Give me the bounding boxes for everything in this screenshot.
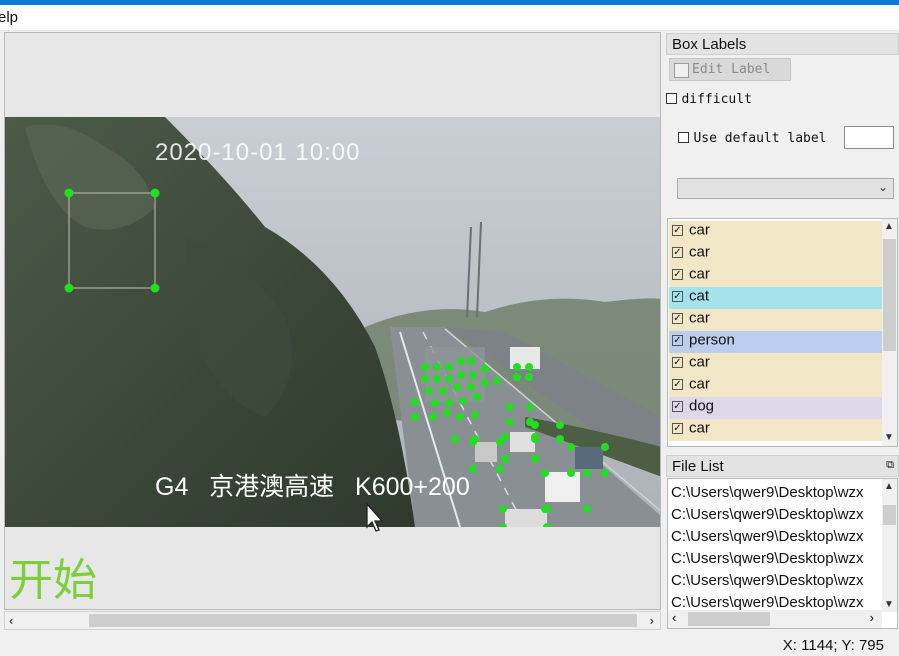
file-list-title-text: File List <box>672 458 724 475</box>
mouse-cursor-icon <box>366 503 384 532</box>
use-default-label-box[interactable] <box>678 132 689 144</box>
file-list-scroll-thumb[interactable] <box>883 505 896 525</box>
file-list-item[interactable]: C:\Users\qwer9\Desktop\wzx <box>671 594 864 611</box>
label-list-item[interactable]: ✓ car <box>669 309 883 331</box>
file-list[interactable]: C:\Users\qwer9\Desktop\wzx C:\Users\qwer9… <box>667 478 898 629</box>
label-item-checkbox[interactable]: ✓ <box>672 334 683 346</box>
highway-image[interactable]: 2020-10-01 10:00 G4 京港澳高速 K600+200 <box>5 117 660 532</box>
label-item-checkbox[interactable]: ✓ <box>672 356 683 368</box>
edit-label-text: Edit Label <box>692 62 771 77</box>
label-item-checkbox[interactable]: ✓ <box>672 312 683 324</box>
chevron-down-icon: ⌄ <box>877 180 888 194</box>
label-item-text: person <box>689 331 735 349</box>
file-list-item[interactable]: C:\Users\qwer9\Desktop\wzx <box>671 506 864 523</box>
label-list-scroll-thumb[interactable] <box>883 239 896 351</box>
file-scroll-left-icon[interactable]: ‹ <box>672 610 676 625</box>
menu-help[interactable]: elp <box>0 9 18 26</box>
status-bar: X: 1144; Y: 795 <box>0 633 899 656</box>
label-item-text: cat <box>689 287 710 305</box>
scroll-up-icon[interactable]: ▲ <box>884 221 894 232</box>
label-list-item[interactable]: ✓ car <box>669 221 883 243</box>
label-list-item[interactable]: ✓ dog <box>669 397 883 419</box>
difficult-label: difficult <box>681 92 752 107</box>
label-item-text: car <box>689 243 710 261</box>
label-list-item[interactable]: ✓ cat <box>669 287 883 309</box>
label-item-text: car <box>689 353 710 371</box>
file-list-scrollbar[interactable]: ▲ ▼ <box>882 479 897 612</box>
difficult-checkbox-box[interactable] <box>666 93 677 105</box>
label-list-item[interactable]: ✓ car <box>669 243 883 265</box>
edit-icon <box>674 63 689 78</box>
box-labels-title: Box Labels <box>666 33 899 55</box>
file-list-item[interactable]: C:\Users\qwer9\Desktop\wzx <box>671 572 864 589</box>
edit-label-button[interactable]: Edit Label <box>669 58 791 81</box>
image-timestamp-overlay: 2020-10-01 10:00 <box>155 139 361 166</box>
label-item-checkbox[interactable]: ✓ <box>672 246 683 258</box>
label-list-item[interactable]: ✓ person <box>669 331 883 353</box>
file-list-item[interactable]: C:\Users\qwer9\Desktop\wzx <box>671 484 864 501</box>
use-default-label-text: Use default label <box>693 131 827 146</box>
label-item-checkbox[interactable]: ✓ <box>672 378 683 390</box>
label-item-checkbox[interactable]: ✓ <box>672 268 683 280</box>
menu-bar: elp <box>0 5 899 31</box>
label-list-item[interactable]: ✓ car <box>669 265 883 287</box>
label-list-item[interactable]: ✓ car <box>669 353 883 375</box>
scroll-left-icon[interactable]: ‹ <box>9 613 13 628</box>
label-item-checkbox[interactable]: ✓ <box>672 400 683 412</box>
start-label: 开始 <box>9 555 97 606</box>
undock-icon[interactable]: ⧉ <box>886 459 894 472</box>
image-road-caption: G4 京港澳高速 K600+200 <box>155 473 470 501</box>
file-scroll-up-icon[interactable]: ▲ <box>884 481 894 492</box>
label-item-text: car <box>689 375 710 393</box>
file-list-item[interactable]: C:\Users\qwer9\Desktop\wzx <box>671 528 864 545</box>
label-item-text: dog <box>689 397 715 415</box>
scrollbar-thumb[interactable] <box>89 614 637 627</box>
label-item-text: car <box>689 309 710 327</box>
label-item-text: car <box>689 221 710 239</box>
file-scroll-right-icon[interactable]: › <box>870 610 874 625</box>
scroll-down-icon[interactable]: ▼ <box>884 432 894 443</box>
label-item-checkbox[interactable]: ✓ <box>672 422 683 434</box>
label-item-checkbox[interactable]: ✓ <box>672 290 683 302</box>
difficult-checkbox[interactable]: difficult <box>666 90 752 108</box>
canvas-horizontal-scrollbar[interactable]: ‹ › <box>4 611 661 630</box>
scroll-right-icon[interactable]: › <box>650 613 654 628</box>
label-list-scrollbar[interactable]: ▲ ▼ <box>882 219 897 446</box>
label-item-text: car <box>689 265 710 283</box>
highway-scene-svg <box>5 117 660 531</box>
file-scroll-down-icon[interactable]: ▼ <box>884 599 894 610</box>
label-list-item[interactable]: ✓ car <box>669 419 883 441</box>
label-select-dropdown[interactable]: ⌄ <box>677 178 894 199</box>
file-list-item[interactable]: C:\Users\qwer9\Desktop\wzx <box>671 550 864 567</box>
cursor-coordinates: X: 1144; Y: 795 <box>782 637 884 654</box>
file-list-hscrollbar[interactable]: ‹ › <box>668 610 882 628</box>
label-item-checkbox[interactable]: ✓ <box>672 224 683 236</box>
label-list[interactable]: ✓ car ✓ car ✓ car ✓ cat ✓ car ✓ person ✓ car ✓ car ✓ dog ✓… <box>667 218 898 447</box>
label-list-item[interactable]: ✓ car <box>669 375 883 397</box>
file-list-title: File List ⧉ <box>666 455 899 477</box>
use-default-label-checkbox[interactable]: Use default label <box>678 129 827 147</box>
label-item-text: car <box>689 419 710 437</box>
image-canvas[interactable]: 2020-10-01 10:00 G4 京港澳高速 K600+200 开始 <box>4 32 661 610</box>
default-label-input[interactable] <box>844 126 894 149</box>
file-list-hscroll-thumb[interactable] <box>688 612 770 626</box>
